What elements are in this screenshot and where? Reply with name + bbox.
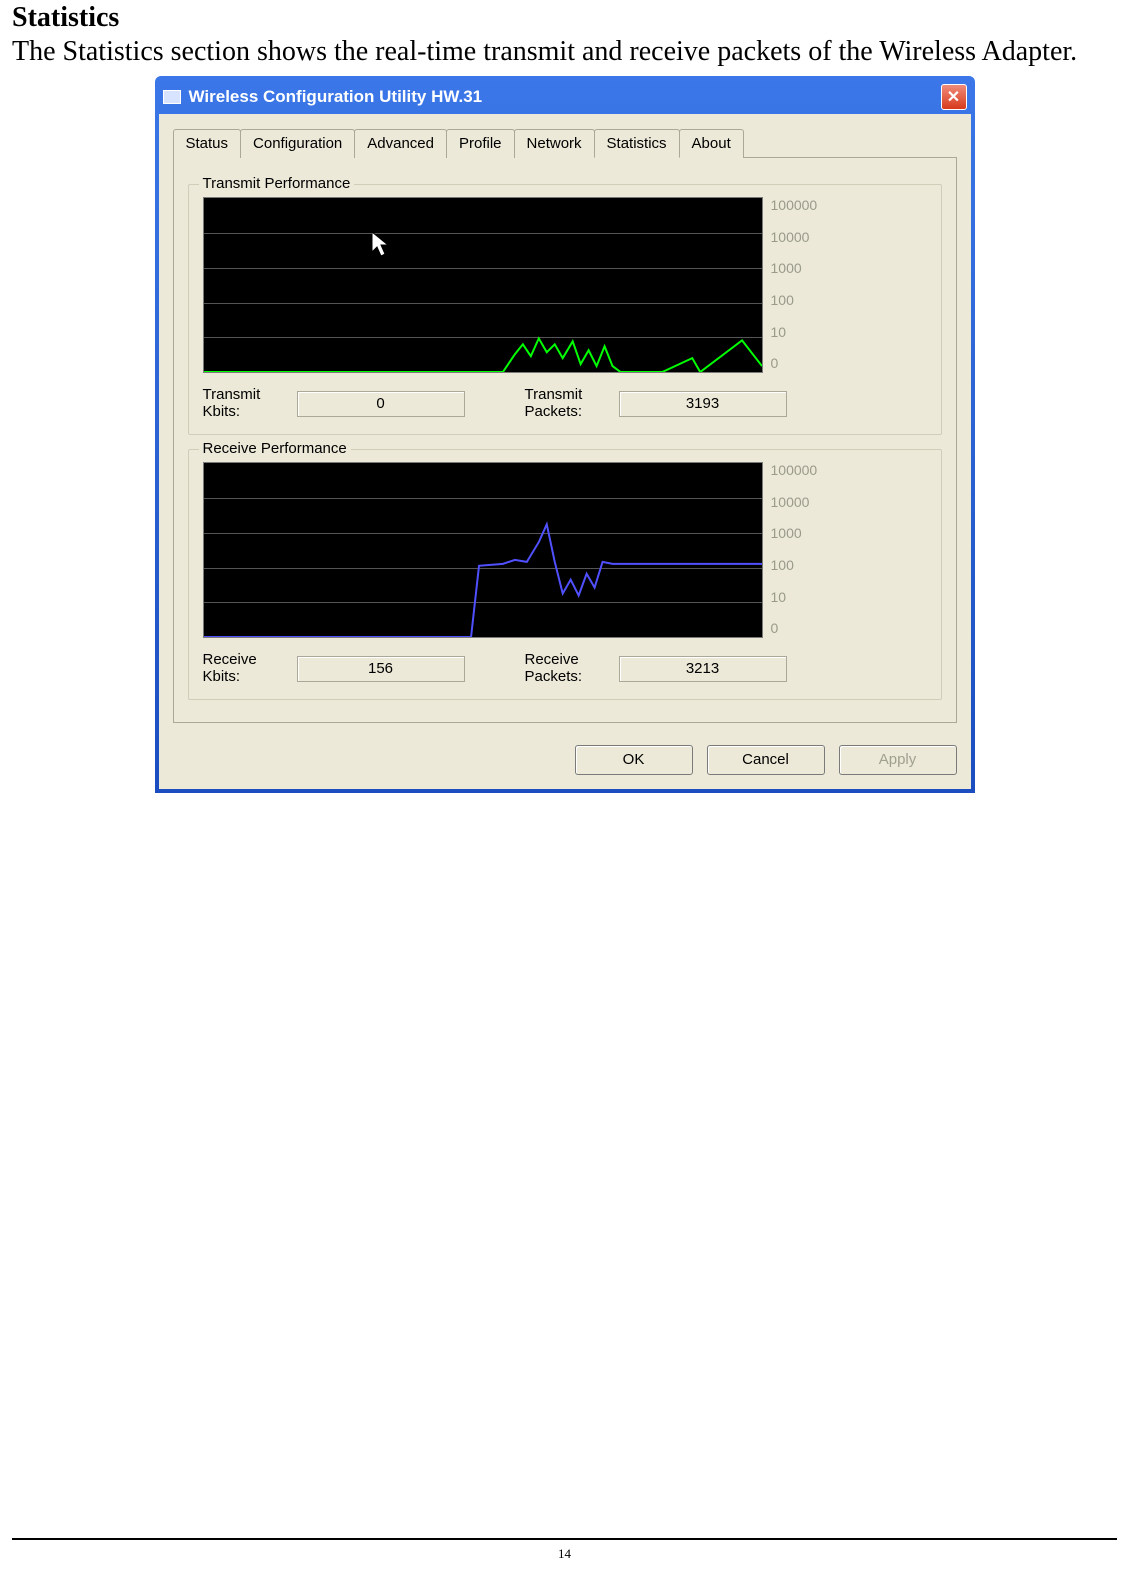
ok-button[interactable]: OK (575, 745, 693, 775)
window-title: Wireless Configuration Utility HW.31 (189, 87, 483, 107)
receive-packets-label: Receive Packets: (525, 652, 611, 685)
transmit-yticks: 100000 10000 1000 100 10 0 (771, 197, 818, 373)
page-number: 14 (0, 1546, 1129, 1562)
receive-packets-value: 3213 (619, 656, 787, 682)
receive-yticks: 100000 10000 1000 100 10 0 (771, 462, 818, 638)
tab-about[interactable]: About (679, 129, 744, 158)
dialog-button-row: OK Cancel Apply (173, 745, 957, 775)
titlebar[interactable]: Wireless Configuration Utility HW.31 ✕ (159, 80, 971, 114)
transmit-line (204, 198, 762, 372)
apply-button: Apply (839, 745, 957, 775)
receive-kbits-value: 156 (297, 656, 465, 682)
ytick: 100 (771, 557, 818, 573)
tab-profile[interactable]: Profile (446, 129, 515, 158)
ytick: 10 (771, 589, 818, 605)
receive-kbits-label: Receive Kbits: (203, 652, 289, 685)
dialog-window: Wireless Configuration Utility HW.31 ✕ S… (155, 76, 975, 793)
footer-rule (12, 1538, 1117, 1540)
close-button[interactable]: ✕ (941, 84, 967, 110)
tab-strip: Status Configuration Advanced Profile Ne… (173, 128, 957, 158)
tab-network[interactable]: Network (514, 129, 595, 158)
receive-chart (203, 462, 763, 638)
tab-configuration[interactable]: Configuration (240, 129, 355, 158)
ytick: 100000 (771, 462, 818, 478)
group-transmit: Transmit Performance (188, 184, 942, 435)
window-body: Status Configuration Advanced Profile Ne… (159, 114, 971, 789)
group-receive: Receive Performance 100000 (188, 449, 942, 700)
app-icon (163, 90, 181, 104)
transmit-packets-label: Transmit Packets: (525, 387, 611, 420)
ytick: 1000 (771, 525, 818, 541)
receive-line (204, 463, 762, 637)
ytick: 10 (771, 324, 818, 340)
transmit-packets-value: 3193 (619, 391, 787, 417)
tab-status[interactable]: Status (173, 129, 242, 158)
ytick: 0 (771, 620, 818, 636)
ytick: 100 (771, 292, 818, 308)
ytick: 10000 (771, 494, 818, 510)
group-receive-title: Receive Performance (199, 440, 351, 457)
ytick: 0 (771, 355, 818, 371)
transmit-kbits-value: 0 (297, 391, 465, 417)
ytick: 1000 (771, 260, 818, 276)
ytick: 10000 (771, 229, 818, 245)
transmit-kbits-label: Transmit Kbits: (203, 387, 289, 420)
tab-statistics[interactable]: Statistics (594, 129, 680, 158)
close-icon: ✕ (947, 87, 960, 107)
group-transmit-title: Transmit Performance (199, 175, 355, 192)
section-heading: Statistics (12, 2, 1117, 34)
cancel-button[interactable]: Cancel (707, 745, 825, 775)
tab-advanced[interactable]: Advanced (354, 129, 447, 158)
section-paragraph: The Statistics section shows the real-ti… (12, 36, 1117, 68)
tab-panel-statistics: Transmit Performance (173, 158, 957, 723)
ytick: 100000 (771, 197, 818, 213)
transmit-chart (203, 197, 763, 373)
